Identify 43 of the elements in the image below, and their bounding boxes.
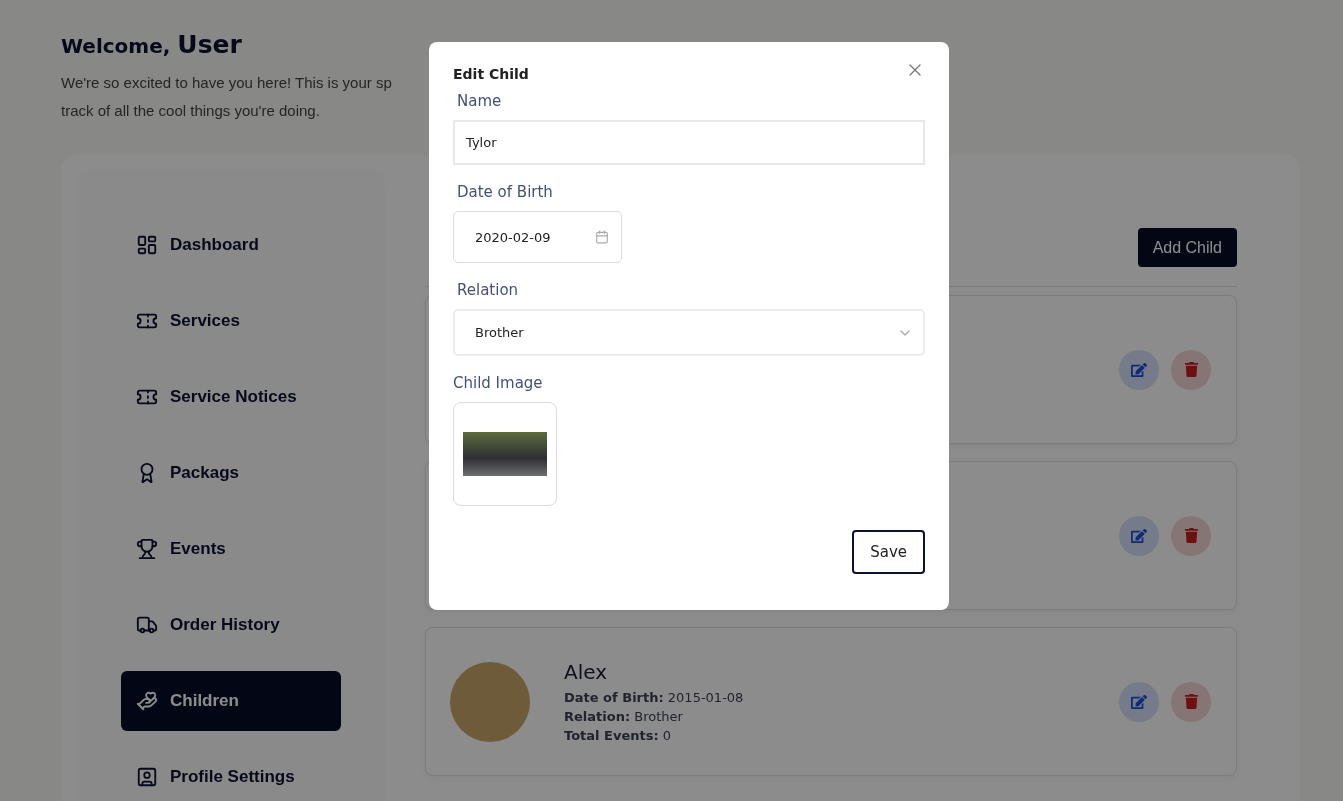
dialog-title: Edit Child: [453, 66, 529, 82]
image-upload-box[interactable]: [453, 402, 557, 506]
relation-select[interactable]: Brother: [453, 309, 925, 356]
welcome-message: We're so excited to have you here! This is your sp track of all the cool things you're doing.: [61, 73, 392, 121]
dashboard-icon: [136, 234, 158, 256]
edit-button[interactable]: [1119, 515, 1159, 556]
date-field[interactable]: 2020-02-09: [453, 211, 622, 263]
delete-button[interactable]: [1171, 681, 1211, 722]
field-label: Date of Birth: [456, 183, 554, 201]
sidebar-item[interactable]: Services: [121, 291, 341, 351]
sidebar-item[interactable]: Events: [121, 519, 341, 579]
edit-icon: [1131, 361, 1147, 378]
save-button[interactable]: Save: [852, 530, 925, 574]
welcome-heading: Welcome, User: [61, 30, 242, 59]
sidebar-item[interactable]: Order History: [121, 595, 341, 655]
birth-date-text: Date of Birth: 2015-01-08: [564, 690, 745, 705]
child-name: Alex: [564, 660, 609, 684]
field-label: Relation: [456, 281, 520, 299]
trash-icon: [1183, 528, 1199, 543]
field-label: Name: [456, 92, 503, 110]
profile-card-icon: [136, 766, 158, 788]
trash-icon: [1183, 694, 1199, 709]
edit-icon: [1131, 693, 1147, 710]
delete-button[interactable]: [1171, 349, 1211, 390]
events-text: Total Events: 0: [564, 728, 673, 743]
field-label: Child Image: [453, 374, 544, 392]
sidebar-item[interactable]: Profile Settings: [121, 747, 341, 801]
relation-text: Relation: Brother: [564, 709, 684, 724]
hands-icon: [136, 690, 158, 712]
sidebar-item[interactable]: Children: [121, 671, 341, 731]
delete-button[interactable]: [1171, 515, 1211, 556]
add-child-button[interactable]: Add Child: [1137, 228, 1237, 267]
edit-icon: [1131, 527, 1147, 544]
sidebar-item[interactable]: Packags: [121, 443, 341, 503]
name-input[interactable]: Tylor: [453, 120, 925, 165]
sidebar-item[interactable]: Service Notices: [121, 367, 341, 427]
edit-button[interactable]: [1119, 681, 1159, 722]
trash-icon: [1183, 362, 1199, 377]
sidebar-item[interactable]: Dashboard: [121, 215, 341, 275]
calendar-icon: [595, 230, 609, 244]
edit-button[interactable]: [1119, 349, 1159, 390]
trophy-icon: [136, 538, 158, 560]
truck-icon: [136, 614, 158, 636]
